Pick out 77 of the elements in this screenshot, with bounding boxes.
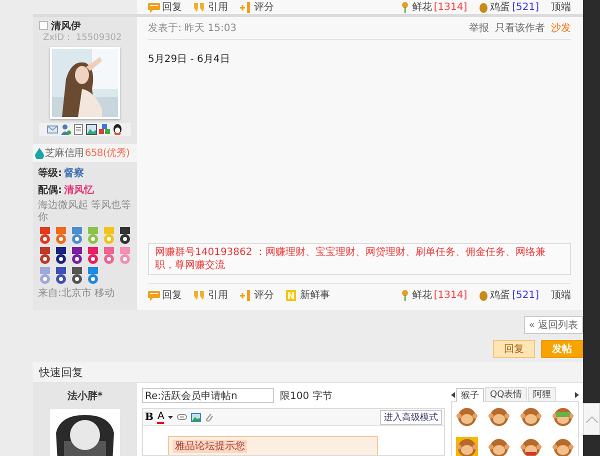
monkey-face-icon[interactable] xyxy=(520,406,542,428)
quote-marks-icon xyxy=(194,2,206,12)
smiley-tab[interactable]: 猴子 xyxy=(456,388,484,402)
reply-button[interactable]: 回复 xyxy=(493,340,535,358)
credit-score: 658(优秀) xyxy=(84,146,130,160)
egg-link[interactable]: 鸡蛋 xyxy=(490,288,510,302)
penguin-icon[interactable] xyxy=(112,124,123,135)
length-limit: 限100 字节 xyxy=(280,390,332,402)
caret-icon[interactable] xyxy=(168,416,174,418)
flower-link[interactable]: 鲜花 xyxy=(412,0,432,14)
egg-icon xyxy=(479,290,488,300)
subject-field[interactable]: Re:活跃会员申请帖n xyxy=(142,388,274,403)
header-link[interactable]: 举报 xyxy=(469,21,489,35)
top-link[interactable]: 顶端 xyxy=(551,288,571,302)
section-title: 快速回复 xyxy=(33,362,583,383)
action-link[interactable]: 评分 xyxy=(254,0,274,14)
top-link[interactable]: 顶端 xyxy=(551,0,571,14)
level-link[interactable]: 督察 xyxy=(64,166,84,180)
ad-banner[interactable]: 网赚群号140193862 ：网赚理财、宝宝理财、网贷理财、刷单任务、佣金任务、网络兼职，尊网赚交流 xyxy=(148,243,571,275)
egg-icon xyxy=(479,2,488,12)
egg-link[interactable]: 鸡蛋 xyxy=(490,0,510,14)
action-link[interactable]: 回复 xyxy=(162,0,182,14)
floor-label: 沙发 xyxy=(551,22,571,35)
action-link[interactable]: 新鲜事 xyxy=(300,288,330,302)
back-to-list-button[interactable]: « 返回列表 xyxy=(524,316,583,334)
credit-label: 芝麻信用 xyxy=(45,146,84,160)
document-icon[interactable] xyxy=(73,124,84,135)
level-label: 等级: xyxy=(38,166,62,180)
user-id: ZxID： 15509302 xyxy=(42,32,123,43)
username-link[interactable]: 法小胖* xyxy=(67,383,103,403)
speech-bubble-icon xyxy=(148,290,160,300)
flower-link[interactable]: 鲜花 xyxy=(412,288,432,302)
monkey-face-icon[interactable] xyxy=(552,437,574,456)
username-link[interactable]: 清风伊 xyxy=(51,18,81,32)
tip-title: 雅品论坛提示您 xyxy=(173,440,247,453)
action-link[interactable]: 回复 xyxy=(162,288,182,302)
post-body: 5月29日 - 6月4日 xyxy=(148,53,231,66)
monkey-face-icon[interactable] xyxy=(456,406,478,428)
spouse-label: 配偶: xyxy=(38,184,62,197)
egg-count: [521] xyxy=(512,2,539,12)
paperclip-icon[interactable] xyxy=(205,412,214,422)
location: 来自:北京市 移动 xyxy=(38,288,116,300)
image-icon[interactable] xyxy=(86,124,97,135)
egg-count: [521] xyxy=(512,290,539,300)
action-link[interactable]: 评分 xyxy=(254,288,274,302)
mail-icon[interactable] xyxy=(47,124,58,135)
bold-button[interactable]: B xyxy=(145,412,154,422)
signature: 海边微风起 等风也等你 xyxy=(38,200,132,224)
monkey-face-icon[interactable] xyxy=(488,406,510,428)
link-icon[interactable] xyxy=(177,414,188,420)
monkey-face-icon[interactable] xyxy=(456,437,478,456)
smiley-tab[interactable]: QQ表情 xyxy=(485,387,528,401)
image-icon[interactable] xyxy=(191,412,202,422)
next-icon[interactable] xyxy=(575,392,579,398)
plus-one-icon xyxy=(240,2,252,12)
news-badge-icon xyxy=(286,290,298,300)
flower-icon xyxy=(400,290,410,300)
drop-icon xyxy=(35,148,44,158)
user-icon xyxy=(39,21,48,30)
font-color-button[interactable]: A xyxy=(157,410,164,424)
blocks-icon[interactable] xyxy=(99,124,110,135)
flower-icon xyxy=(400,2,410,12)
chevron-up-icon xyxy=(586,416,598,422)
post-time: 发表于: 昨天 15:03 xyxy=(148,22,237,35)
monkey-face-icon[interactable] xyxy=(552,406,574,428)
plus-one-icon xyxy=(240,290,252,300)
monkey-face-icon[interactable] xyxy=(488,437,510,456)
advanced-mode-button[interactable]: 进入高级模式 xyxy=(380,410,442,424)
action-link[interactable]: 引用 xyxy=(208,288,228,302)
flower-count: [1314] xyxy=(434,290,468,300)
monkey-face-icon[interactable] xyxy=(520,437,542,456)
header-link[interactable]: 只看该作者 xyxy=(495,21,545,35)
flower-count: [1314] xyxy=(434,2,468,12)
add-user-icon[interactable] xyxy=(60,124,71,135)
smiley-tab[interactable]: 阿狸 xyxy=(528,387,556,401)
action-link[interactable]: 引用 xyxy=(208,0,228,14)
quote-marks-icon xyxy=(194,290,206,300)
